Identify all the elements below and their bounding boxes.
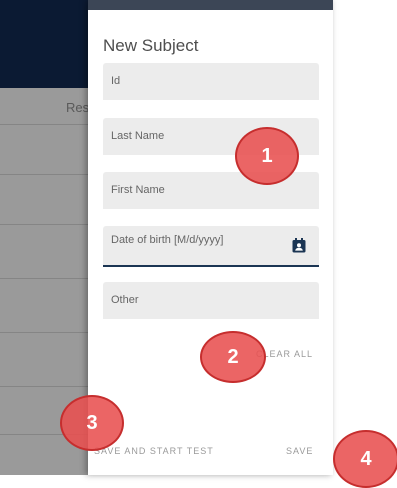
divider	[0, 224, 88, 225]
calendar-icon[interactable]	[292, 238, 306, 253]
other-field[interactable]: Other	[103, 282, 319, 319]
id-field[interactable]: Id	[103, 63, 319, 100]
other-placeholder: Other	[111, 294, 139, 306]
callout-badge-2: 2	[200, 331, 266, 383]
last-name-placeholder: Last Name	[111, 130, 165, 142]
divider	[0, 386, 88, 387]
callout-badge-4: 4	[333, 430, 397, 488]
first-name-placeholder: First Name	[111, 184, 165, 196]
divider	[0, 278, 88, 279]
divider	[0, 124, 88, 125]
status-bar	[88, 0, 333, 10]
id-placeholder: Id	[111, 75, 121, 87]
divider	[0, 332, 88, 333]
background-header	[0, 0, 88, 88]
divider	[0, 174, 88, 175]
save-and-start-test-button[interactable]: SAVE AND START TEST	[94, 446, 214, 456]
callout-badge-3: 3	[60, 395, 124, 451]
callout-badge-1: 1	[235, 127, 299, 185]
date-of-birth-placeholder: Date of birth [M/d/yyyy]	[111, 234, 224, 246]
save-button[interactable]: SAVE	[286, 446, 313, 456]
panel-title: New Subject	[103, 36, 199, 55]
new-subject-panel: New Subject Id Last Name First Name Date…	[88, 0, 333, 475]
background-partial-title: Res	[66, 100, 88, 115]
date-of-birth-field[interactable]: Date of birth [M/d/yyyy]	[103, 226, 319, 267]
